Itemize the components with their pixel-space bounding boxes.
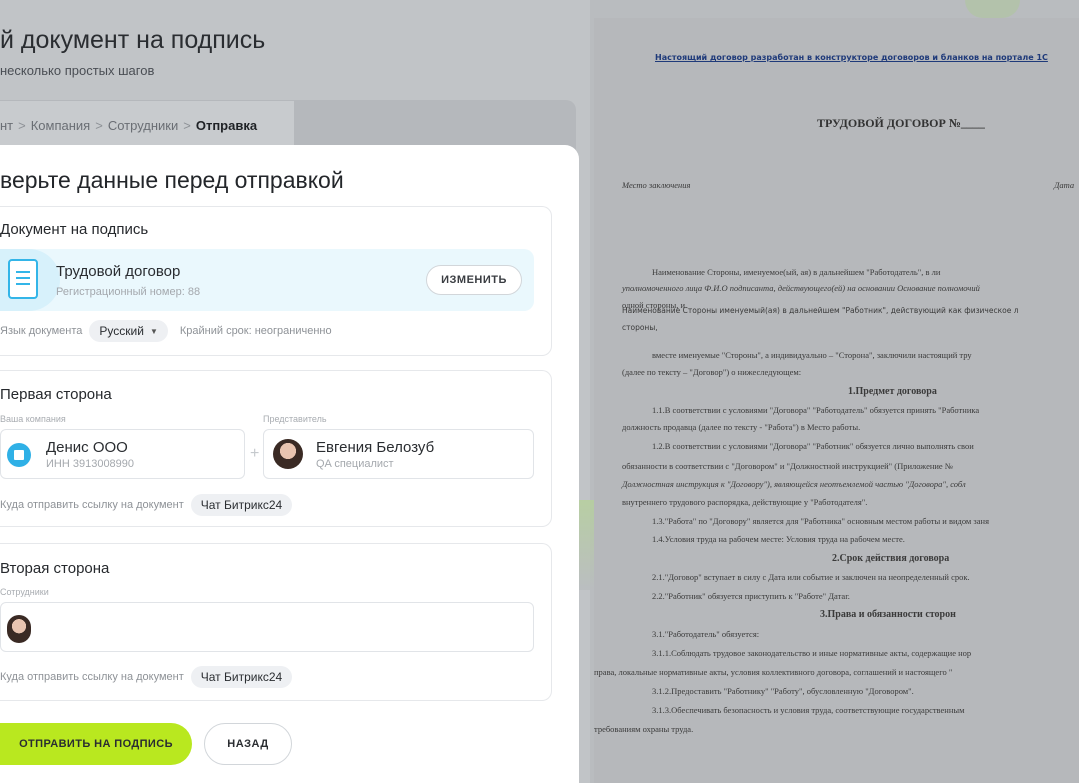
preview-text: обязанности в соответствии с "Договором"…	[622, 461, 953, 471]
preview-text: 3.1."Работодатель" обязуется:	[652, 629, 760, 639]
decorative-shape	[965, 0, 1020, 18]
send-link-label: Куда отправить ссылку на документ	[0, 499, 184, 511]
preview-text: (далее по тексту – "Договор") о нижеслед…	[622, 367, 802, 377]
company-inn: ИНН 3913008990	[46, 458, 135, 470]
representative-field[interactable]: Евгения Белозуб QA специалист	[263, 429, 534, 479]
document-meta: Язык документа Русский ▼ Крайний срок: н…	[0, 320, 332, 342]
card-title: верьте данные перед отправкой	[0, 167, 344, 193]
preview-text: стороны,	[622, 323, 658, 332]
send-for-signature-button[interactable]: ОТПРАВИТЬ НА ПОДПИСЬ	[0, 723, 192, 765]
deadline-text: Крайний срок: неограниченно	[179, 325, 332, 337]
section-title: Первая сторона	[0, 386, 112, 403]
breadcrumb-item-company[interactable]: Компания	[31, 118, 91, 133]
preview-text: 3.1.1.Соблюдать трудовое законодательств…	[652, 648, 972, 658]
document-icon	[8, 259, 38, 299]
breadcrumb: нт > Компания > Сотрудники > Отправка	[0, 101, 294, 149]
company-name: Денис ООО	[46, 439, 128, 456]
breadcrumb-item-document[interactable]: нт	[0, 118, 13, 133]
preview-text: вместе именуемые "Стороны", а индивидуал…	[652, 350, 972, 360]
send-link-row: Куда отправить ссылку на документ Чат Би…	[0, 494, 293, 516]
second-party-section: Вторая сторона Сотрудники Куда отправить…	[0, 543, 552, 701]
preview-text: 2.1."Договор" вступает в силу с Дата или…	[652, 572, 970, 582]
preview-text: права, локальные нормативные акты, услов…	[594, 667, 953, 677]
back-button[interactable]: НАЗАД	[204, 723, 292, 765]
preview-heading: 2.Срок действия договора	[832, 553, 950, 564]
preview-text: 1.4.Условия труда на рабочем месте: Усло…	[652, 534, 905, 544]
send-link-select[interactable]: Чат Битрикс24	[190, 666, 293, 688]
language-label: Язык документа	[0, 325, 83, 337]
employees-label: Сотрудники	[0, 587, 49, 597]
document-section: Документ на подпись Трудовой договор Рег…	[0, 206, 552, 356]
document-reg-number: Регистрационный номер: 88	[56, 286, 201, 298]
section-title: Вторая сторона	[0, 560, 110, 577]
representative-role: QA специалист	[316, 458, 394, 470]
preview-text: 3.1.3.Обеспечивать безопасность и услови…	[652, 705, 965, 715]
plus-icon: +	[250, 445, 260, 462]
breadcrumb-item-employees[interactable]: Сотрудники	[108, 118, 178, 133]
breadcrumb-item-send: Отправка	[195, 117, 258, 133]
preview-text: Место заключения	[622, 180, 691, 190]
preview-text: 3.1.2.Предоставить "Работнику" "Работу",…	[652, 686, 914, 696]
preview-link[interactable]: Настоящий договор разработан в конструкт…	[655, 53, 1048, 62]
company-field[interactable]: Денис ООО ИНН 3913008990	[0, 429, 245, 479]
preview-text: 2.2."Работник" обязуется приступить к "Р…	[652, 591, 850, 601]
avatar	[7, 615, 31, 643]
preview-text: требованиям охраны труда.	[594, 724, 694, 734]
employees-field[interactable]	[0, 602, 534, 652]
preview-heading: 3.Права и обязанности сторон	[820, 609, 956, 620]
send-link-row: Куда отправить ссылку на документ Чат Би…	[0, 666, 293, 688]
preview-text: 1.2.В соответствии с условиями "Договора…	[652, 441, 974, 451]
preview-text: Наименование Стороны, именуемое(ый, ая) …	[652, 267, 941, 277]
change-button[interactable]: ИЗМЕНИТЬ	[426, 265, 522, 295]
document-name: Трудовой договор	[56, 263, 181, 280]
company-label: Ваша компания	[0, 414, 66, 424]
page-title: й документ на подпись	[0, 26, 266, 54]
send-link-label: Куда отправить ссылку на документ	[0, 671, 184, 683]
preview-heading: 1.Предмет договора	[848, 386, 937, 397]
building-icon	[7, 443, 31, 467]
chevron-right-icon: >	[183, 117, 191, 133]
review-card: верьте данные перед отправкой Документ н…	[0, 145, 579, 783]
first-party-section: Первая сторона Ваша компания Представите…	[0, 370, 552, 527]
chevron-right-icon: >	[18, 117, 26, 133]
page-subtitle: несколько простых шагов	[0, 63, 155, 78]
preview-text: Должностная инструкция к "Договору"), яв…	[622, 479, 966, 489]
preview-text: Наименование Стороны именуемый(ая) в дал…	[622, 306, 1019, 315]
preview-text: уполномоченного лица Ф.И.О подписанта, д…	[622, 283, 980, 293]
preview-text: Дата	[1054, 180, 1075, 190]
chevron-right-icon: >	[95, 117, 103, 133]
document-row: Трудовой договор Регистрационный номер: …	[0, 249, 534, 311]
preview-text: должность продавца (далее по тексту - "Р…	[622, 422, 861, 432]
avatar	[273, 439, 303, 469]
preview-text: 1.3."Работа" по "Договору" является для …	[652, 516, 990, 526]
caret-down-icon: ▼	[149, 326, 158, 336]
representative-name: Евгения Белозуб	[316, 439, 435, 456]
section-title: Документ на подпись	[0, 221, 149, 238]
preview-text: 1.1.В соответствии с условиями "Договора…	[652, 405, 980, 415]
preview-text: внутреннего трудового распорядка, действ…	[622, 497, 868, 507]
send-link-select[interactable]: Чат Битрикс24	[190, 494, 293, 516]
representative-label: Представитель	[263, 414, 327, 424]
language-select[interactable]: Русский ▼	[89, 320, 168, 342]
preview-title: ТРУДОВОЙ ДОГОВОР №____	[817, 116, 985, 130]
language-value: Русский	[99, 324, 144, 338]
